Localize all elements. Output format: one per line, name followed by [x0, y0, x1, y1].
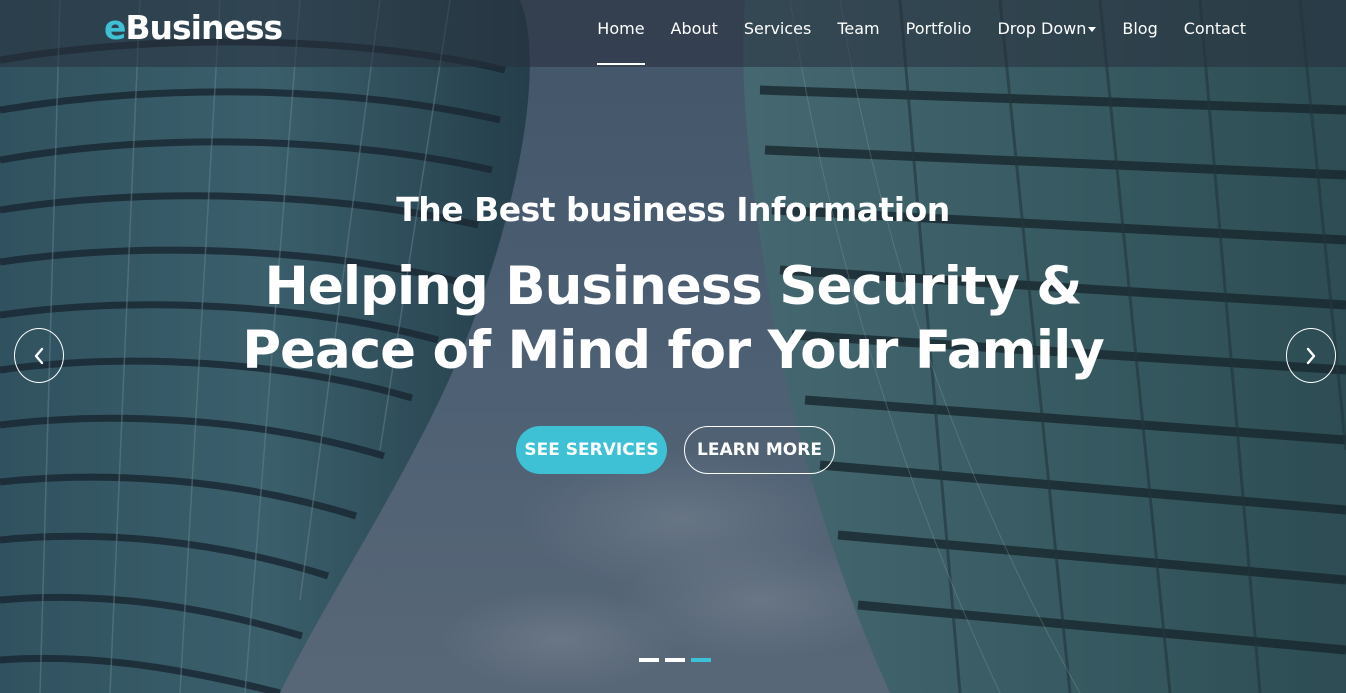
nav-item-label: Home	[597, 19, 645, 38]
nav-item-about[interactable]: About	[671, 0, 718, 67]
nav-item-contact[interactable]: Contact	[1184, 0, 1246, 67]
logo-prefix: e	[104, 8, 126, 47]
brand-logo[interactable]: eBusiness	[104, 8, 283, 47]
nav-item-label: About	[670, 19, 718, 38]
carousel-indicator[interactable]	[639, 658, 659, 662]
nav-item-label: Blog	[1122, 19, 1158, 38]
nav-item-blog[interactable]: Blog	[1122, 0, 1157, 67]
nav-item-label: Drop Down	[997, 19, 1087, 38]
carousel-indicator[interactable]	[691, 658, 711, 662]
main-nav: Home About Services Team Portfolio Drop …	[571, 0, 1246, 67]
learn-more-button[interactable]: LEARN MORE	[684, 426, 835, 474]
carousel-prev-button[interactable]	[14, 328, 64, 383]
nav-item-label: Services	[743, 19, 812, 38]
carousel-indicator[interactable]	[665, 658, 685, 662]
nav-item-services[interactable]: Services	[744, 0, 811, 67]
nav-item-label: Portfolio	[905, 19, 972, 38]
nav-item-home[interactable]: Home	[597, 0, 645, 67]
nav-item-label: Team	[837, 19, 880, 38]
page: eBusiness Home About Services Team Portf…	[0, 0, 1346, 693]
hero-subtitle: The Best business Information	[396, 190, 950, 229]
caret-down-icon	[1088, 27, 1097, 32]
carousel-next-button[interactable]	[1286, 328, 1336, 383]
see-services-button[interactable]: SEE SERVICES	[516, 426, 667, 474]
chevron-right-icon	[1306, 347, 1316, 364]
site-header: eBusiness Home About Services Team Portf…	[0, 0, 1346, 67]
nav-item-label: Contact	[1183, 19, 1246, 38]
nav-item-team[interactable]: Team	[837, 0, 879, 67]
chevron-left-icon	[34, 347, 44, 364]
hero-title: Helping Business Security & Peace of Min…	[242, 256, 1105, 381]
nav-item-portfolio[interactable]: Portfolio	[906, 0, 972, 67]
logo-text: Business	[125, 8, 283, 47]
nav-item-drop-down[interactable]: Drop Down	[997, 0, 1097, 67]
carousel-indicators	[639, 658, 717, 662]
